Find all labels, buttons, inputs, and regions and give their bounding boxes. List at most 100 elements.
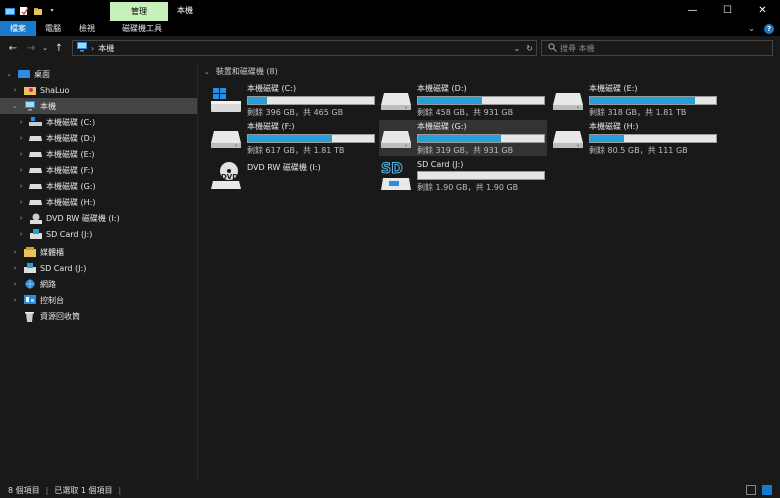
user-folder-icon bbox=[23, 85, 36, 96]
recycle-bin-icon bbox=[23, 311, 36, 322]
capacity-bar bbox=[589, 133, 717, 143]
expand-icon[interactable]: › bbox=[16, 118, 26, 126]
drive-tile-dvd[interactable]: DVD DVD RW 磁碟機 (I:) bbox=[209, 158, 377, 194]
nav-item-network[interactable]: › 網路 bbox=[10, 276, 194, 292]
drive-free-space: 剩餘 319 GB，共 931 GB bbox=[417, 145, 514, 155]
nav-item-drive-h[interactable]: › 本機磁碟 (H:) bbox=[16, 194, 194, 210]
collapse-icon[interactable]: ⌄ bbox=[4, 70, 14, 78]
address-dropdown-icon[interactable]: ⌄ bbox=[514, 44, 521, 53]
drive-tile-e[interactable]: 本機磁碟 (E:) 剩餘 318 GB，共 1.81 TB bbox=[551, 82, 719, 118]
capacity-bar-fill bbox=[418, 134, 502, 142]
tab-file[interactable]: 檔案 bbox=[0, 21, 36, 36]
capacity-bar-fill bbox=[418, 96, 483, 104]
expand-icon[interactable]: › bbox=[16, 214, 26, 222]
group-header-label: 裝置和磁碟機 (8) bbox=[215, 67, 278, 76]
nav-item-label: 本機磁碟 (F:) bbox=[46, 165, 94, 175]
recent-locations-icon[interactable]: ⌄ bbox=[40, 39, 50, 57]
navigation-pane[interactable]: ⌄ 桌面 › ShaLuo ⌄ 本機 › 本機磁碟 (C:) › 本機磁碟 (D… bbox=[0, 62, 198, 482]
drive-name: 本機磁碟 (F:) bbox=[247, 121, 295, 131]
nav-item-drive-e[interactable]: › 本機磁碟 (E:) bbox=[16, 146, 194, 162]
tab-computer[interactable]: 電腦 bbox=[36, 21, 70, 36]
nav-item-drive-d[interactable]: › 本機磁碟 (D:) bbox=[16, 130, 194, 146]
help-icon[interactable]: ? bbox=[764, 23, 774, 34]
group-header[interactable]: ⌄ 裝置和磁碟機 (8) bbox=[204, 66, 278, 77]
expand-icon[interactable]: › bbox=[10, 296, 20, 304]
drive-name: 本機磁碟 (G:) bbox=[417, 121, 467, 131]
nav-item-libraries[interactable]: › 媒體櫃 bbox=[10, 244, 194, 260]
content-pane[interactable]: ⌄ 裝置和磁碟機 (8) 本機磁碟 (C:) 剩餘 396 GB，共 465 G… bbox=[199, 62, 780, 482]
drive-tile-sd[interactable]: SD SD Card (J:) 剩餘 1.90 GB，共 1.90 GB bbox=[379, 158, 547, 194]
capacity-bar bbox=[247, 95, 375, 105]
expand-icon[interactable]: › bbox=[16, 230, 26, 238]
tab-drive-tools[interactable]: 磁碟機工具 bbox=[112, 21, 172, 36]
drive-free-space: 剩餘 458 GB，共 931 GB bbox=[417, 107, 514, 117]
refresh-icon[interactable]: ↻ bbox=[526, 44, 533, 53]
up-button[interactable]: ↑ bbox=[50, 39, 68, 57]
drive-tile-g[interactable]: 本機磁碟 (G:) 剩餘 319 GB，共 931 GB bbox=[379, 120, 547, 156]
drive-icon bbox=[29, 181, 42, 192]
capacity-bar-fill bbox=[590, 96, 695, 104]
nav-item-desktop[interactable]: ⌄ 桌面 bbox=[4, 66, 194, 82]
expand-icon[interactable]: › bbox=[10, 86, 20, 94]
breadcrumb-location[interactable]: 本機 bbox=[98, 43, 114, 54]
expand-icon[interactable]: › bbox=[10, 280, 20, 288]
nav-item-sd-card[interactable]: › SD Card (J:) bbox=[16, 226, 194, 242]
drive-tile-h[interactable]: 本機磁碟 (H:) 剩餘 80.5 GB，共 111 GB bbox=[551, 120, 719, 156]
expand-ribbon-icon[interactable]: ⌄ bbox=[748, 24, 755, 33]
drive-tile-f[interactable]: 本機磁碟 (F:) 剩餘 617 GB，共 1.81 TB bbox=[209, 120, 377, 156]
customize-toolbar-icon[interactable]: ▾ bbox=[47, 6, 57, 16]
nav-item-dvd[interactable]: › DVD RW 磁碟機 (I:) bbox=[16, 210, 194, 226]
drive-name: 本機磁碟 (C:) bbox=[247, 83, 297, 93]
status-separator: | bbox=[45, 485, 49, 495]
expand-icon[interactable]: › bbox=[10, 264, 20, 272]
nav-item-label: 本機磁碟 (C:) bbox=[46, 117, 96, 127]
expand-icon[interactable]: › bbox=[16, 166, 26, 174]
maximize-button[interactable]: ☐ bbox=[710, 0, 745, 21]
nav-item-label: SD Card (J:) bbox=[40, 263, 87, 273]
capacity-bar bbox=[247, 133, 375, 143]
expand-icon[interactable]: › bbox=[16, 134, 26, 142]
drive-icon bbox=[29, 165, 42, 176]
properties-icon[interactable] bbox=[19, 6, 29, 16]
nav-item-drive-f[interactable]: › 本機磁碟 (F:) bbox=[16, 162, 194, 178]
drive-icon bbox=[29, 197, 42, 208]
back-button[interactable]: ← bbox=[4, 39, 22, 57]
drive-tile-d[interactable]: 本機磁碟 (D:) 剩餘 458 GB，共 931 GB bbox=[379, 82, 547, 118]
tiles-view-icon[interactable] bbox=[762, 485, 772, 495]
forward-button[interactable]: → bbox=[22, 39, 40, 57]
search-box[interactable]: 搜尋 本機 bbox=[541, 40, 773, 56]
navigation-bar: ← → ⌄ ↑ › 本機 ⌄ ↻ 搜尋 本機 bbox=[0, 36, 780, 60]
drive-free-space: 剩餘 80.5 GB，共 111 GB bbox=[589, 145, 688, 155]
expand-icon[interactable]: › bbox=[16, 150, 26, 158]
expand-icon[interactable]: › bbox=[16, 198, 26, 206]
collapse-group-icon[interactable]: ⌄ bbox=[204, 68, 210, 76]
expand-icon[interactable]: › bbox=[10, 248, 20, 256]
minimize-button[interactable]: — bbox=[675, 0, 710, 21]
capacity-bar bbox=[417, 95, 545, 105]
nav-item-label: 資源回收筒 bbox=[40, 311, 80, 321]
close-button[interactable]: ✕ bbox=[745, 0, 780, 21]
capacity-bar bbox=[417, 133, 545, 143]
new-folder-icon[interactable] bbox=[33, 6, 43, 16]
tab-view[interactable]: 檢視 bbox=[70, 21, 104, 36]
details-view-icon[interactable] bbox=[746, 485, 756, 495]
nav-item-recycle-bin[interactable]: 資源回收筒 bbox=[20, 308, 194, 324]
sd-card-icon bbox=[29, 229, 42, 240]
drive-tile-c[interactable]: 本機磁碟 (C:) 剩餘 396 GB，共 465 GB bbox=[209, 82, 377, 118]
nav-item-control-panel[interactable]: › 控制台 bbox=[10, 292, 194, 308]
nav-item-sd-card-root[interactable]: › SD Card (J:) bbox=[10, 260, 194, 276]
window-title: 本機 bbox=[177, 6, 193, 15]
nav-item-user[interactable]: › ShaLuo bbox=[10, 82, 194, 98]
explorer-icon[interactable] bbox=[5, 6, 15, 16]
address-bar[interactable]: › 本機 ⌄ ↻ bbox=[72, 40, 537, 56]
svg-text:DVD: DVD bbox=[221, 173, 238, 181]
dvd-icon: DVD bbox=[209, 161, 243, 191]
nav-item-drive-c[interactable]: › 本機磁碟 (C:) bbox=[16, 114, 194, 130]
breadcrumb-separator-icon: › bbox=[91, 43, 95, 53]
context-tab-manage[interactable]: 管理 bbox=[110, 2, 168, 21]
nav-item-this-pc[interactable]: ⌄ 本機 bbox=[0, 98, 197, 114]
nav-item-label: SD Card (J:) bbox=[46, 229, 93, 239]
collapse-icon[interactable]: ⌄ bbox=[10, 102, 20, 110]
expand-icon[interactable]: › bbox=[16, 182, 26, 190]
nav-item-drive-g[interactable]: › 本機磁碟 (G:) bbox=[16, 178, 194, 194]
